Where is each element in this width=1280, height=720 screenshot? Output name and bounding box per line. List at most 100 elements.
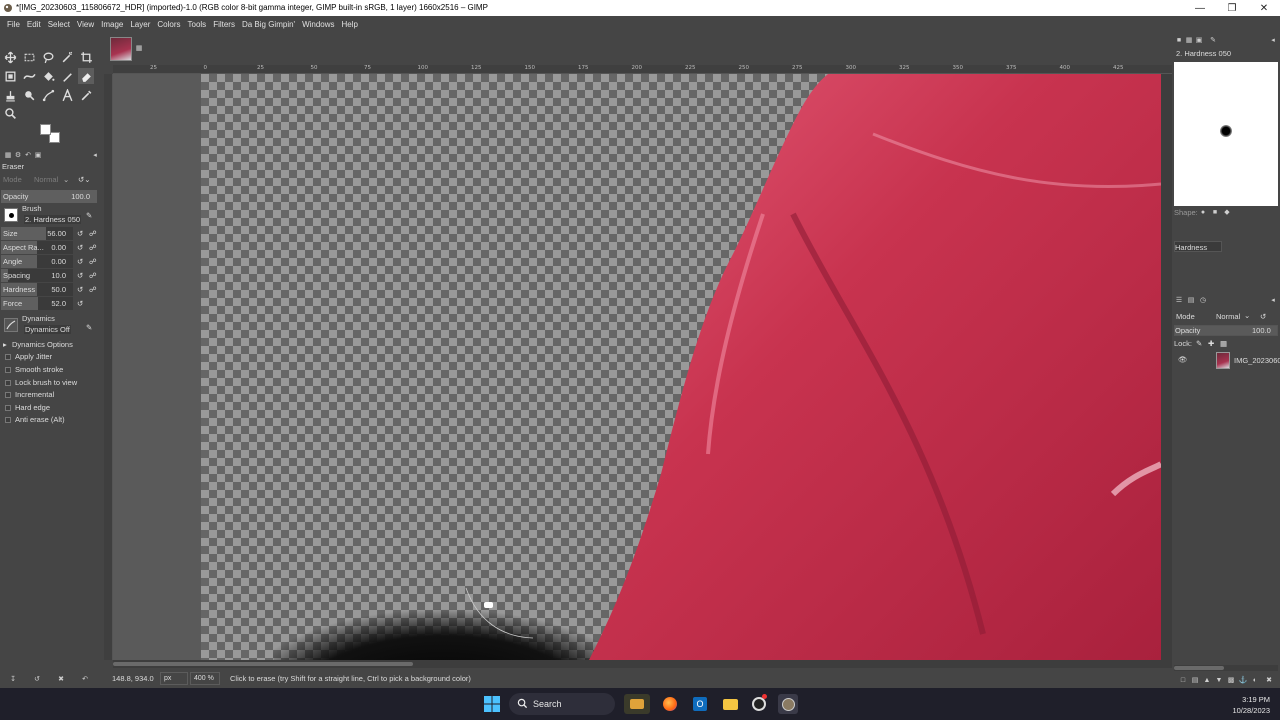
layers-scrollbar[interactable] (1174, 665, 1278, 671)
brush-preview-button[interactable] (4, 208, 18, 222)
layer-visibility-eye-icon[interactable]: 👁 (1178, 355, 1188, 364)
eraser-tool-icon[interactable] (78, 68, 94, 84)
vertical-scrollbar[interactable] (1161, 74, 1172, 660)
crop-tool-icon[interactable] (78, 49, 94, 65)
obs-recorder-icon[interactable] (749, 694, 769, 714)
undo-history-tab-icon[interactable]: ↶ (23, 150, 33, 160)
files-folder-icon[interactable] (720, 694, 740, 714)
fuzzy-select-tool-icon[interactable] (59, 49, 75, 65)
menu-help[interactable]: Help (339, 20, 361, 29)
hard-edge-checkbox[interactable]: Hard edge (3, 402, 99, 414)
brushes-tab-icon[interactable]: ■ (1174, 35, 1184, 45)
menu-edit[interactable]: Edit (24, 20, 44, 29)
dock-menu-icon[interactable]: ◂ (90, 150, 100, 160)
layer-mode-select[interactable]: Normal (1216, 312, 1240, 321)
lasso-tool-icon[interactable] (40, 49, 56, 65)
menu-colors[interactable]: Colors (154, 20, 183, 29)
taskbar-search-box[interactable]: Search (509, 693, 615, 715)
images-tab-icon[interactable]: ▣ (33, 150, 43, 160)
aspect-ratio-reset-icon[interactable]: ↺ (77, 243, 83, 252)
rect-select-tool-icon[interactable] (21, 49, 37, 65)
param-row[interactable]: Aspect Ra... 0.00 ↺ ☍ (0, 241, 101, 254)
hardness-link-icon[interactable]: ☍ (89, 285, 97, 294)
dynamics-options-expander[interactable]: ▸ Dynamics Options (0, 338, 101, 351)
angle-link-icon[interactable]: ☍ (89, 257, 97, 266)
layer-name[interactable]: IMG_2023060 (1234, 356, 1280, 365)
spacing-value[interactable]: 10.0 (40, 271, 66, 280)
menu-file[interactable]: File (4, 20, 23, 29)
minimize-button[interactable]: — (1184, 0, 1216, 16)
close-button[interactable]: ✕ (1248, 0, 1280, 16)
delete-options-icon[interactable]: ✖ (56, 674, 66, 684)
clone-tool-icon[interactable] (2, 87, 18, 103)
firefox-icon[interactable] (660, 694, 680, 714)
layer-row[interactable]: 👁 IMG_2023060 (1174, 349, 1280, 371)
lower-layer-icon[interactable]: ▼ (1214, 675, 1224, 685)
smooth-stroke-checkbox[interactable]: Smooth stroke (3, 364, 99, 376)
lock-pixels-icon[interactable]: ✎ (1196, 339, 1202, 348)
mode-reset-icon[interactable]: ↺⌄ (78, 175, 91, 184)
brushes-dock-menu-icon[interactable]: ◂ (1268, 35, 1278, 45)
horizontal-scroll-thumb[interactable] (113, 662, 413, 666)
angle-value[interactable]: 0.00 (40, 257, 66, 266)
hardness-value[interactable]: 50.0 (40, 285, 66, 294)
size-link-icon[interactable]: ☍ (89, 229, 97, 238)
incremental-checkbox[interactable]: Incremental (3, 389, 99, 401)
shape-diamond-icon[interactable]: ◆ (1222, 207, 1232, 217)
horizontal-scrollbar[interactable] (113, 660, 1172, 668)
save-options-icon[interactable]: ↧ (8, 674, 18, 684)
menu-image[interactable]: Image (98, 20, 126, 29)
force-value[interactable]: 52.0 (40, 299, 66, 308)
smudge-tool-icon[interactable] (21, 87, 37, 103)
bucket-fill-tool-icon[interactable] (40, 68, 56, 84)
text-tool-icon[interactable] (59, 87, 75, 103)
layer-mode-reset-icon[interactable]: ↺ (1260, 312, 1266, 321)
param-row[interactable]: Spacing 10.0 ↺ ☍ (0, 269, 101, 282)
menu-tools[interactable]: Tools (185, 20, 210, 29)
menu-layer[interactable]: Layer (127, 20, 153, 29)
menu-filters[interactable]: Filters (210, 20, 238, 29)
raise-layer-icon[interactable]: ▲ (1202, 675, 1212, 685)
shape-circle-icon[interactable]: ● (1198, 207, 1208, 217)
zoom-tool-icon[interactable] (2, 105, 18, 121)
paths-tab-icon[interactable]: ◷ (1198, 295, 1208, 305)
outlook-icon[interactable]: O (690, 694, 710, 714)
mask-layer-icon[interactable]: ◐ (1250, 675, 1260, 685)
gimp-taskbar-icon[interactable] (778, 694, 798, 714)
document-history-tab-icon[interactable]: ✎ (1208, 35, 1218, 45)
canvas-image[interactable] (113, 74, 1161, 660)
mode-dropdown-icon[interactable]: ⌄ (63, 175, 69, 184)
opacity-row[interactable]: Opacity 100.0 (0, 190, 101, 203)
menu-view[interactable]: View (74, 20, 97, 29)
layer-mode-dropdown-icon[interactable]: ⌄ (1244, 311, 1250, 320)
param-row[interactable]: Force 52.0 ↺ (0, 297, 101, 310)
opacity-value[interactable]: 100.0 (58, 192, 90, 201)
color-picker-tool-icon[interactable] (78, 87, 94, 103)
fonts-tab-icon[interactable]: ▣ (1194, 35, 1204, 45)
brush-name[interactable]: 2. Hardness 050 (24, 215, 82, 224)
param-row[interactable]: Hardness 50.0 ↺ ☍ (0, 283, 101, 296)
size-value[interactable]: 56.00 (40, 229, 66, 238)
patterns-tab-icon[interactable]: ▦ (1184, 35, 1194, 45)
param-row[interactable]: Size 56.00 ↺ ☍ (0, 227, 101, 240)
dynamics-preview-button[interactable] (4, 318, 18, 332)
duplicate-layer-icon[interactable]: ▩ (1226, 675, 1236, 685)
menu-da-big-gimpin[interactable]: Da Big Gimpin' (239, 20, 298, 29)
spacing-reset-icon[interactable]: ↺ (77, 271, 83, 280)
windows-start-icon[interactable] (484, 696, 500, 712)
image-tab-thumbnail[interactable] (110, 37, 132, 61)
paintbrush-tool-icon[interactable] (59, 68, 75, 84)
new-layer-icon[interactable]: □ (1178, 675, 1188, 685)
size-reset-icon[interactable]: ↺ (77, 229, 83, 238)
fg-bg-color-swatches[interactable] (38, 123, 64, 145)
spacing-link-icon[interactable]: ☍ (89, 271, 97, 280)
layers-tab-icon[interactable]: ☰ (1174, 295, 1184, 305)
edit-brush-icon[interactable]: ✎ (86, 211, 92, 220)
lock-position-icon[interactable]: ✚ (1208, 339, 1214, 348)
channels-tab-icon[interactable]: ▤ (1186, 295, 1196, 305)
layer-opacity-value[interactable]: 100.0 (1252, 326, 1271, 335)
menu-select[interactable]: Select (45, 20, 73, 29)
unit-select[interactable]: px (160, 672, 188, 685)
angle-reset-icon[interactable]: ↺ (77, 257, 83, 266)
zoom-select[interactable]: 400 % (190, 672, 220, 685)
